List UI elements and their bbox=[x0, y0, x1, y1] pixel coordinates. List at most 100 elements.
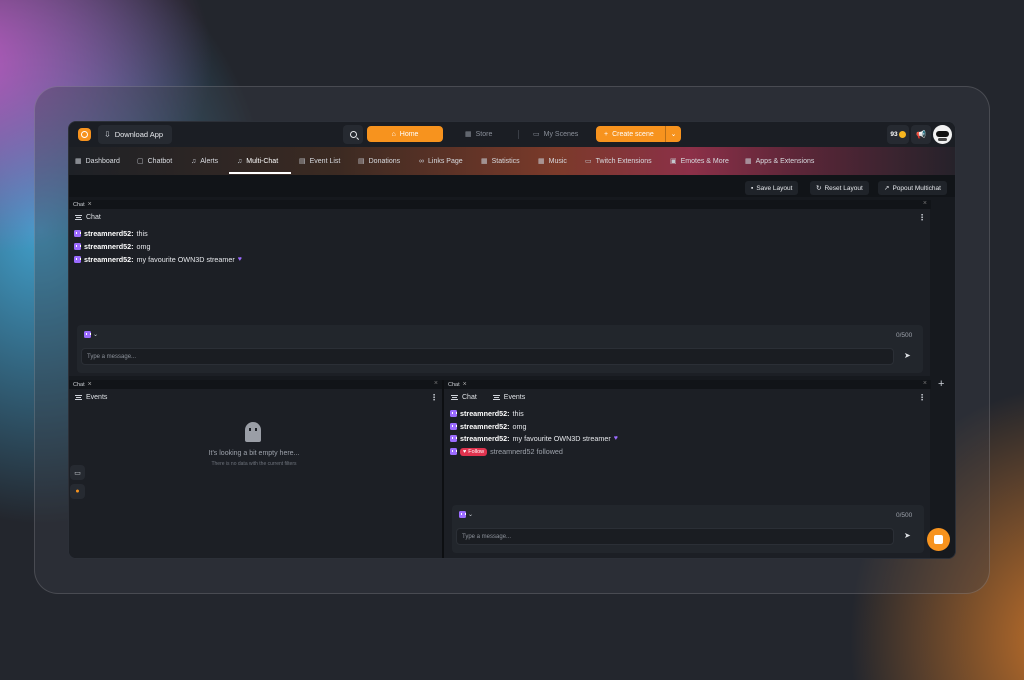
tab-chat[interactable]: Chat × bbox=[69, 381, 92, 388]
menu-item-emotes[interactable]: ▣ Emotes & More bbox=[670, 147, 729, 175]
chat-message: streamnerd52: this bbox=[450, 409, 524, 418]
add-panel-plus-icon[interactable]: + bbox=[938, 378, 944, 390]
support-chat-button[interactable] bbox=[927, 528, 950, 551]
create-scene-dropdown[interactable]: ⌄ bbox=[665, 126, 681, 142]
close-icon[interactable]: × bbox=[463, 381, 467, 388]
main-menu: ▦ Dashboard ▢ Chatbot ♫ Alerts ♫ Multi-Chat … bbox=[69, 147, 955, 175]
chat-username[interactable]: streamnerd52: bbox=[84, 229, 134, 238]
follow-text: streamnerd52 followed bbox=[490, 447, 563, 456]
chat-username[interactable]: streamnerd52: bbox=[460, 434, 510, 443]
chat-message: streamnerd52: omg bbox=[450, 422, 527, 431]
chevron-down-icon: ⌄ bbox=[468, 512, 474, 518]
bottom-right-tabstrip: Chat × × bbox=[444, 380, 931, 389]
chat-username[interactable]: streamnerd52: bbox=[460, 409, 510, 418]
own3d-filter-button[interactable]: ● bbox=[70, 484, 85, 499]
announcements-button[interactable]: 📢 bbox=[911, 125, 931, 144]
refresh-icon: ↻ bbox=[816, 185, 822, 192]
chevron-down-icon: ⌄ bbox=[93, 332, 99, 338]
user-avatar[interactable] bbox=[933, 125, 952, 144]
top-panel-tabstrip: Chat × × bbox=[69, 200, 931, 209]
tab-label: Chat bbox=[73, 201, 85, 208]
menu-item-label: Multi-Chat bbox=[246, 157, 279, 165]
own3d-logo-icon[interactable] bbox=[78, 128, 91, 141]
chat-username[interactable]: streamnerd52: bbox=[460, 422, 510, 431]
menu-item-music[interactable]: ▦ Music bbox=[538, 147, 567, 175]
filter-icon[interactable] bbox=[492, 395, 500, 400]
twitch-icon bbox=[74, 230, 81, 237]
message-input[interactable]: Type a message... bbox=[456, 528, 894, 545]
menu-item-chatbot[interactable]: ▢ Chatbot bbox=[137, 147, 172, 175]
follow-badge-label: Follow bbox=[468, 448, 485, 455]
chat-username[interactable]: streamnerd52: bbox=[84, 242, 134, 251]
platform-selector[interactable]: ⌄ bbox=[84, 331, 98, 338]
empty-state-title: It's looking a bit empty here... bbox=[208, 450, 300, 457]
twitch-icon bbox=[450, 423, 457, 430]
store-label: Store bbox=[475, 130, 493, 138]
app-window: ⇩ Download App ⌂ Home ▦ Store ▭ My Scene… bbox=[68, 121, 956, 559]
chat-message: streamnerd52: this bbox=[74, 229, 148, 238]
download-app-label: Download App bbox=[114, 130, 164, 139]
store-link[interactable]: ▦ Store bbox=[465, 126, 492, 142]
chat-text: omg bbox=[512, 422, 527, 431]
menu-item-label: Alerts bbox=[200, 157, 219, 165]
send-icon[interactable]: ➤ bbox=[904, 351, 911, 360]
menu-item-alerts[interactable]: ♫ Alerts bbox=[191, 147, 218, 175]
chat-username[interactable]: streamnerd52: bbox=[84, 255, 134, 264]
twitch-icon bbox=[459, 511, 466, 518]
more-options-icon[interactable]: ⋮ bbox=[918, 213, 926, 222]
chat-text: omg bbox=[136, 242, 151, 251]
heart-emote-icon: ♥ bbox=[613, 435, 618, 442]
follow-event: ♥ Follow streamnerd52 followed bbox=[450, 447, 563, 456]
search-button[interactable] bbox=[343, 125, 363, 144]
send-icon[interactable]: ➤ bbox=[904, 531, 911, 540]
tab-chat[interactable]: Chat × bbox=[444, 381, 467, 388]
active-tab-indicator bbox=[229, 172, 291, 174]
menu-item-apps[interactable]: ▦ Apps & Extensions bbox=[745, 147, 814, 175]
heart-emote-icon: ♥ bbox=[237, 256, 242, 263]
close-panel-icon[interactable]: × bbox=[434, 380, 438, 387]
home-button[interactable]: ⌂ Home bbox=[367, 126, 443, 142]
message-input[interactable]: Type a message... bbox=[81, 348, 894, 365]
close-icon[interactable]: × bbox=[88, 381, 92, 388]
more-options-icon[interactable]: ⋮ bbox=[918, 393, 926, 402]
menu-item-links-page[interactable]: ∞ Links Page bbox=[419, 147, 463, 175]
twitch-icon bbox=[74, 243, 81, 250]
coins-badge[interactable]: 93 bbox=[887, 125, 909, 144]
panel-title: Chat bbox=[86, 214, 101, 221]
close-panel-icon[interactable]: × bbox=[923, 380, 927, 387]
twitch-filter-button[interactable]: ▭ bbox=[70, 465, 85, 480]
menu-item-label: Statistics bbox=[491, 157, 520, 165]
my-scenes-link[interactable]: ▭ My Scenes bbox=[533, 126, 578, 142]
menu-item-statistics[interactable]: ▦ Statistics bbox=[481, 147, 520, 175]
reset-layout-button[interactable]: ↻ Reset Layout bbox=[810, 181, 869, 195]
ghost-icon bbox=[245, 422, 261, 442]
download-app-button[interactable]: ⇩ Download App bbox=[98, 125, 172, 144]
top-panel-header: Chat bbox=[75, 214, 101, 221]
create-scene-label: Create scene bbox=[612, 130, 654, 138]
filter-icon[interactable] bbox=[451, 395, 458, 400]
menu-item-event-list[interactable]: ▤ Event List bbox=[299, 147, 340, 175]
char-counter: 0/500 bbox=[896, 512, 913, 519]
menu-item-dashboard[interactable]: ▦ Dashboard bbox=[75, 147, 120, 175]
heart-icon: ♥ bbox=[463, 448, 467, 455]
close-panel-icon[interactable]: × bbox=[923, 200, 927, 207]
menu-item-donations[interactable]: ▤ Donations bbox=[358, 147, 400, 175]
home-icon: ⌂ bbox=[391, 130, 396, 138]
events-panel bbox=[69, 389, 442, 558]
menu-item-multi-chat[interactable]: ♫ Multi-Chat bbox=[237, 147, 278, 175]
chat-message: streamnerd52: my favourite OWN3D streame… bbox=[450, 434, 618, 443]
close-icon[interactable]: × bbox=[88, 201, 92, 208]
filter-icon[interactable] bbox=[75, 215, 82, 220]
menu-item-twitch-extensions[interactable]: ▭ Twitch Extensions bbox=[585, 147, 652, 175]
more-options-icon[interactable]: ⋮ bbox=[430, 393, 438, 402]
platform-selector[interactable]: ⌄ bbox=[459, 511, 473, 518]
panel-title: Events bbox=[86, 394, 108, 401]
emote-icon: ▣ bbox=[670, 158, 677, 165]
popout-multichat-button[interactable]: ↗ Popout Multichat bbox=[878, 181, 947, 195]
create-scene-button[interactable]: + Create scene ⌄ bbox=[596, 126, 681, 142]
donation-icon: ▤ bbox=[358, 158, 365, 165]
filter-icon[interactable] bbox=[75, 395, 82, 400]
chat-bubble-icon: ▢ bbox=[137, 158, 144, 165]
tab-chat[interactable]: Chat × bbox=[69, 201, 92, 208]
save-layout-button[interactable]: ▪ Save Layout bbox=[745, 181, 799, 195]
